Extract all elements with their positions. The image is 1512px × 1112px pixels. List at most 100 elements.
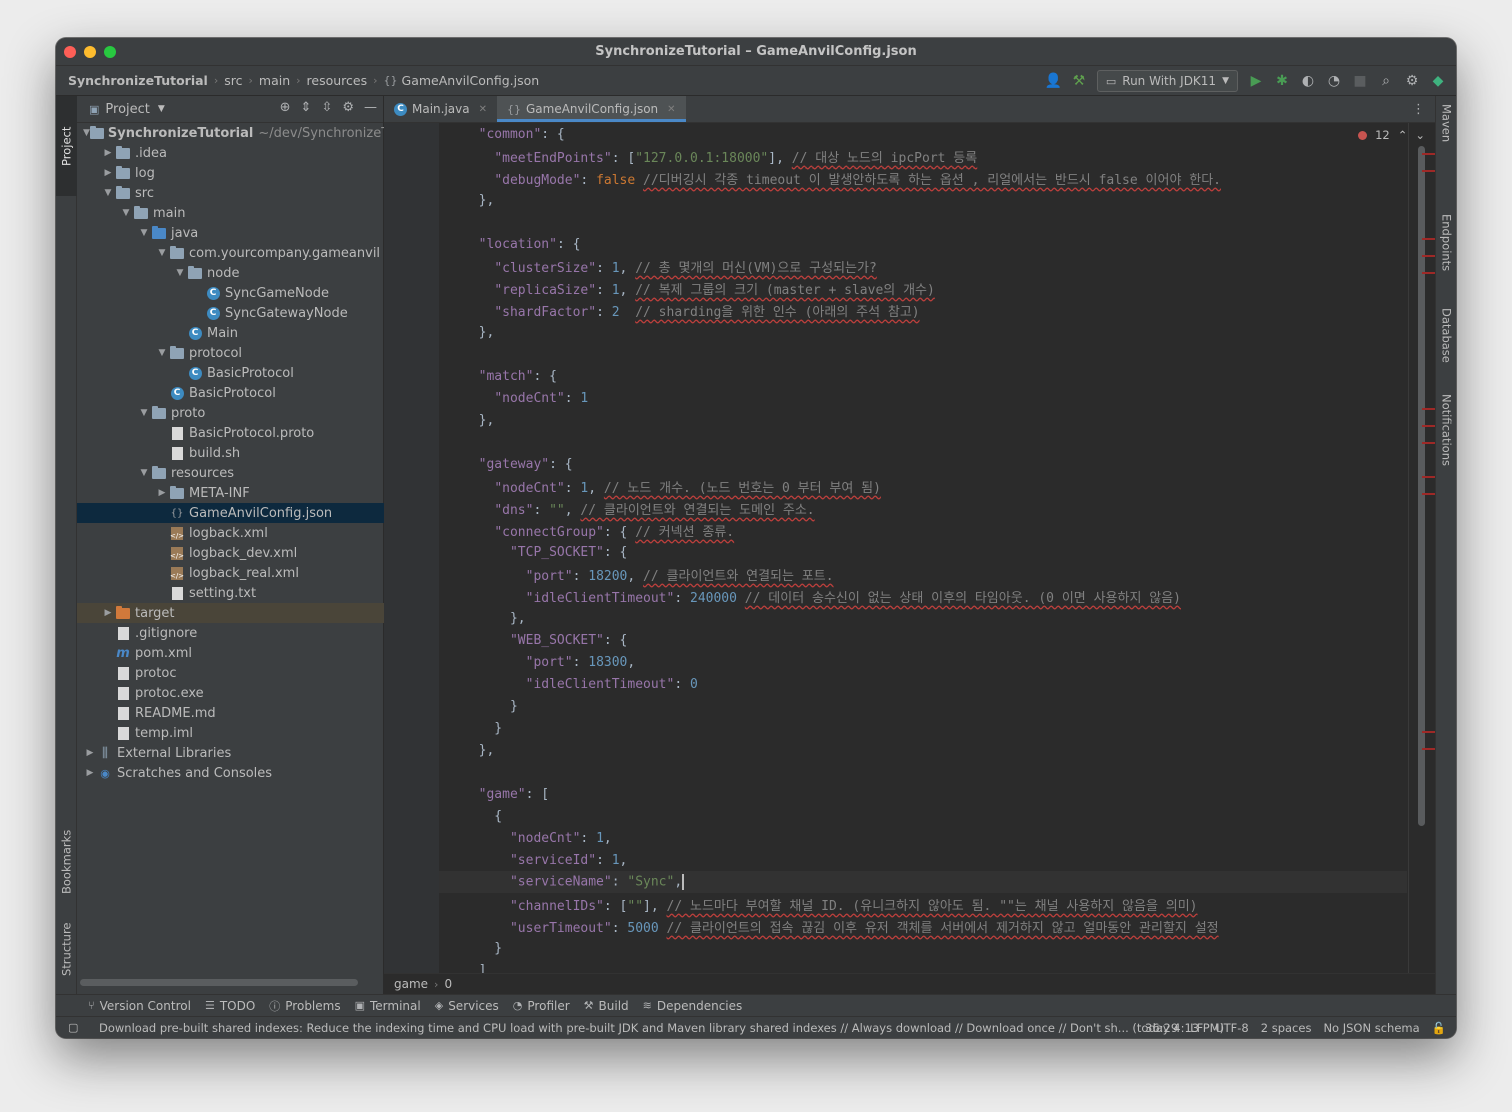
- toggle-panels-icon[interactable]: ▢: [68, 1021, 78, 1034]
- code-line[interactable]: 16: [439, 431, 1407, 453]
- lightbulb-icon[interactable]: 💡: [439, 875, 440, 889]
- code-line[interactable]: 7 "location": {: [439, 233, 1407, 255]
- json-schema[interactable]: No JSON schema: [1323, 1021, 1419, 1035]
- tree-item[interactable]: README.md: [77, 703, 384, 723]
- code-line[interactable]: 17 "gateway": {: [439, 453, 1407, 475]
- code-line[interactable]: 39 }: [439, 937, 1407, 959]
- code-line[interactable]: 28 }: [439, 695, 1407, 717]
- tree-item[interactable]: m pom.xml: [77, 643, 384, 663]
- tree-item[interactable]: setting.txt: [77, 583, 384, 603]
- tab-structure[interactable]: Structure: [56, 914, 77, 984]
- profile-icon[interactable]: ◔: [1326, 73, 1342, 89]
- structure-crumb-game[interactable]: game: [394, 977, 428, 991]
- code-line[interactable]: 12: [439, 343, 1407, 365]
- code-line[interactable]: 29 }: [439, 717, 1407, 739]
- plugin-logo-icon[interactable]: ◆: [1430, 73, 1446, 89]
- tree-item[interactable]: BasicProtocol.proto: [77, 423, 384, 443]
- project-panel-title[interactable]: Project: [105, 102, 149, 117]
- breadcrumb-project[interactable]: SynchronizeTutorial: [68, 73, 208, 88]
- search-icon[interactable]: ⌕: [1378, 73, 1394, 89]
- tree-item[interactable]: </> logback_real.xml: [77, 563, 384, 583]
- chevron-down-icon[interactable]: ▼: [83, 128, 90, 138]
- code-line[interactable]: 21 "TCP_SOCKET": {: [439, 541, 1407, 563]
- tree-item[interactable]: C SyncGatewayNode: [77, 303, 384, 323]
- chevron-down-icon[interactable]: ▼: [155, 248, 169, 258]
- code-line[interactable]: 33 {: [439, 805, 1407, 827]
- error-stripe-mark[interactable]: [1422, 731, 1435, 733]
- tree-item[interactable]: protoc: [77, 663, 384, 683]
- breadcrumb-file[interactable]: {} GameAnvilConfig.json: [384, 73, 540, 88]
- tab-bookmarks[interactable]: Bookmarks: [56, 824, 77, 900]
- tool-problems[interactable]: ⓘ Problems: [269, 998, 340, 1014]
- run-configuration-select[interactable]: ▭ Run With JDK11 ▼: [1096, 70, 1238, 92]
- run-icon[interactable]: ▶: [1248, 73, 1264, 89]
- line-separator[interactable]: LF: [1190, 1021, 1203, 1035]
- tab-endpoints[interactable]: Endpoints: [1436, 214, 1456, 290]
- code-line[interactable]: 40 ]: [439, 959, 1407, 974]
- chevron-down-icon[interactable]: ▼: [119, 208, 133, 218]
- error-stripe-mark[interactable]: [1422, 493, 1435, 495]
- code-line[interactable]: 14 "nodeCnt": 1: [439, 387, 1407, 409]
- caret-position[interactable]: 36:29: [1145, 1021, 1178, 1035]
- code-line[interactable]: 34 "nodeCnt": 1,: [439, 827, 1407, 849]
- tree-item[interactable]: ▼ java: [77, 223, 384, 243]
- close-icon[interactable]: ✕: [667, 104, 675, 115]
- close-window-button[interactable]: [64, 46, 76, 58]
- code-line[interactable]: 30 },: [439, 739, 1407, 761]
- error-stripe-mark[interactable]: [1422, 238, 1435, 240]
- tree-item[interactable]: .gitignore: [77, 623, 384, 643]
- minimize-window-button[interactable]: [84, 46, 96, 58]
- code-line[interactable]: 36💡 "serviceName": "Sync",: [439, 871, 1407, 893]
- chevron-right-icon[interactable]: ▶: [101, 608, 115, 618]
- hammer-build-icon[interactable]: ⚒: [1071, 73, 1087, 89]
- tree-item[interactable]: ▼ main: [77, 203, 384, 223]
- tree-item[interactable]: protoc.exe: [77, 683, 384, 703]
- close-icon[interactable]: ✕: [479, 104, 487, 115]
- code-line[interactable]: 18 "nodeCnt": 1, // 노드 개수. (노드 번호는 0 부터 …: [439, 475, 1407, 497]
- locate-icon[interactable]: ⊕: [280, 100, 291, 115]
- tree-item[interactable]: C BasicProtocol: [77, 363, 384, 383]
- tree-item[interactable]: ▼ SynchronizeTutorial~/dev/SynchronizeTut: [77, 123, 384, 143]
- tab-database[interactable]: Database: [1436, 308, 1456, 378]
- error-stripe-mark[interactable]: [1422, 255, 1435, 257]
- hide-icon[interactable]: —: [364, 100, 377, 115]
- code-line[interactable]: 27 "idleClientTimeout": 0: [439, 673, 1407, 695]
- error-stripe-mark[interactable]: [1422, 748, 1435, 750]
- tab-notifications[interactable]: Notifications: [1436, 394, 1456, 484]
- code-line[interactable]: 9 "replicaSize": 1, // 복제 그룹의 크기 (master…: [439, 277, 1407, 299]
- tree-item[interactable]: ▼ src: [77, 183, 384, 203]
- code-line[interactable]: 8 "clusterSize": 1, // 총 몇개의 머신(VM)으로 구성…: [439, 255, 1407, 277]
- chevron-down-icon[interactable]: ▼: [101, 188, 115, 198]
- chevron-down-icon[interactable]: ▼: [158, 104, 165, 114]
- tree-item[interactable]: ▶ ⫼ External Libraries: [77, 743, 384, 763]
- code-area[interactable]: 2 "common": {3 "meetEndPoints": ["127.0.…: [439, 123, 1407, 973]
- tree-item[interactable]: </> logback_dev.xml: [77, 543, 384, 563]
- tab-maven[interactable]: Maven: [1436, 104, 1456, 154]
- chevron-right-icon[interactable]: ▶: [83, 748, 97, 758]
- tree-item[interactable]: {} GameAnvilConfig.json: [77, 503, 384, 523]
- error-stripe-mark[interactable]: [1422, 425, 1435, 427]
- tree-item[interactable]: ▼ proto: [77, 403, 384, 423]
- coverage-icon[interactable]: ◐: [1300, 73, 1316, 89]
- chevron-down-icon[interactable]: ▼: [155, 348, 169, 358]
- code-line[interactable]: 13 "match": {: [439, 365, 1407, 387]
- tool-profiler[interactable]: ◔ Profiler: [513, 999, 570, 1013]
- gear-icon[interactable]: ⚙: [1404, 73, 1420, 89]
- more-icon[interactable]: ⋮: [1412, 102, 1425, 117]
- code-line[interactable]: 37 "channelIDs": [""], // 노드마다 부여할 채널 ID…: [439, 893, 1407, 915]
- code-line[interactable]: 10 "shardFactor": 2 // sharding을 위한 인수 (…: [439, 299, 1407, 321]
- chevron-down-icon[interactable]: ▼: [173, 268, 187, 278]
- tool-version-control[interactable]: ⑂ Version Control: [88, 999, 191, 1013]
- code-line[interactable]: 32 "game": [: [439, 783, 1407, 805]
- code-line[interactable]: 19 "dns": "", // 클라이언트와 연결되는 도메인 주소.: [439, 497, 1407, 519]
- zoom-window-button[interactable]: [104, 46, 116, 58]
- code-line[interactable]: 11 },: [439, 321, 1407, 343]
- code-line[interactable]: 5 },: [439, 189, 1407, 211]
- tree-item[interactable]: ▶ target: [77, 603, 384, 623]
- tab-main-java[interactable]: C Main.java ✕: [384, 96, 497, 122]
- tree-item[interactable]: C Main: [77, 323, 384, 343]
- inspection-widget[interactable]: 12 ⌃ ⌄: [1358, 128, 1425, 142]
- tree-item[interactable]: temp.iml: [77, 723, 384, 743]
- chevron-down-icon[interactable]: ▼: [137, 408, 151, 418]
- chevron-down-icon[interactable]: ▼: [137, 468, 151, 478]
